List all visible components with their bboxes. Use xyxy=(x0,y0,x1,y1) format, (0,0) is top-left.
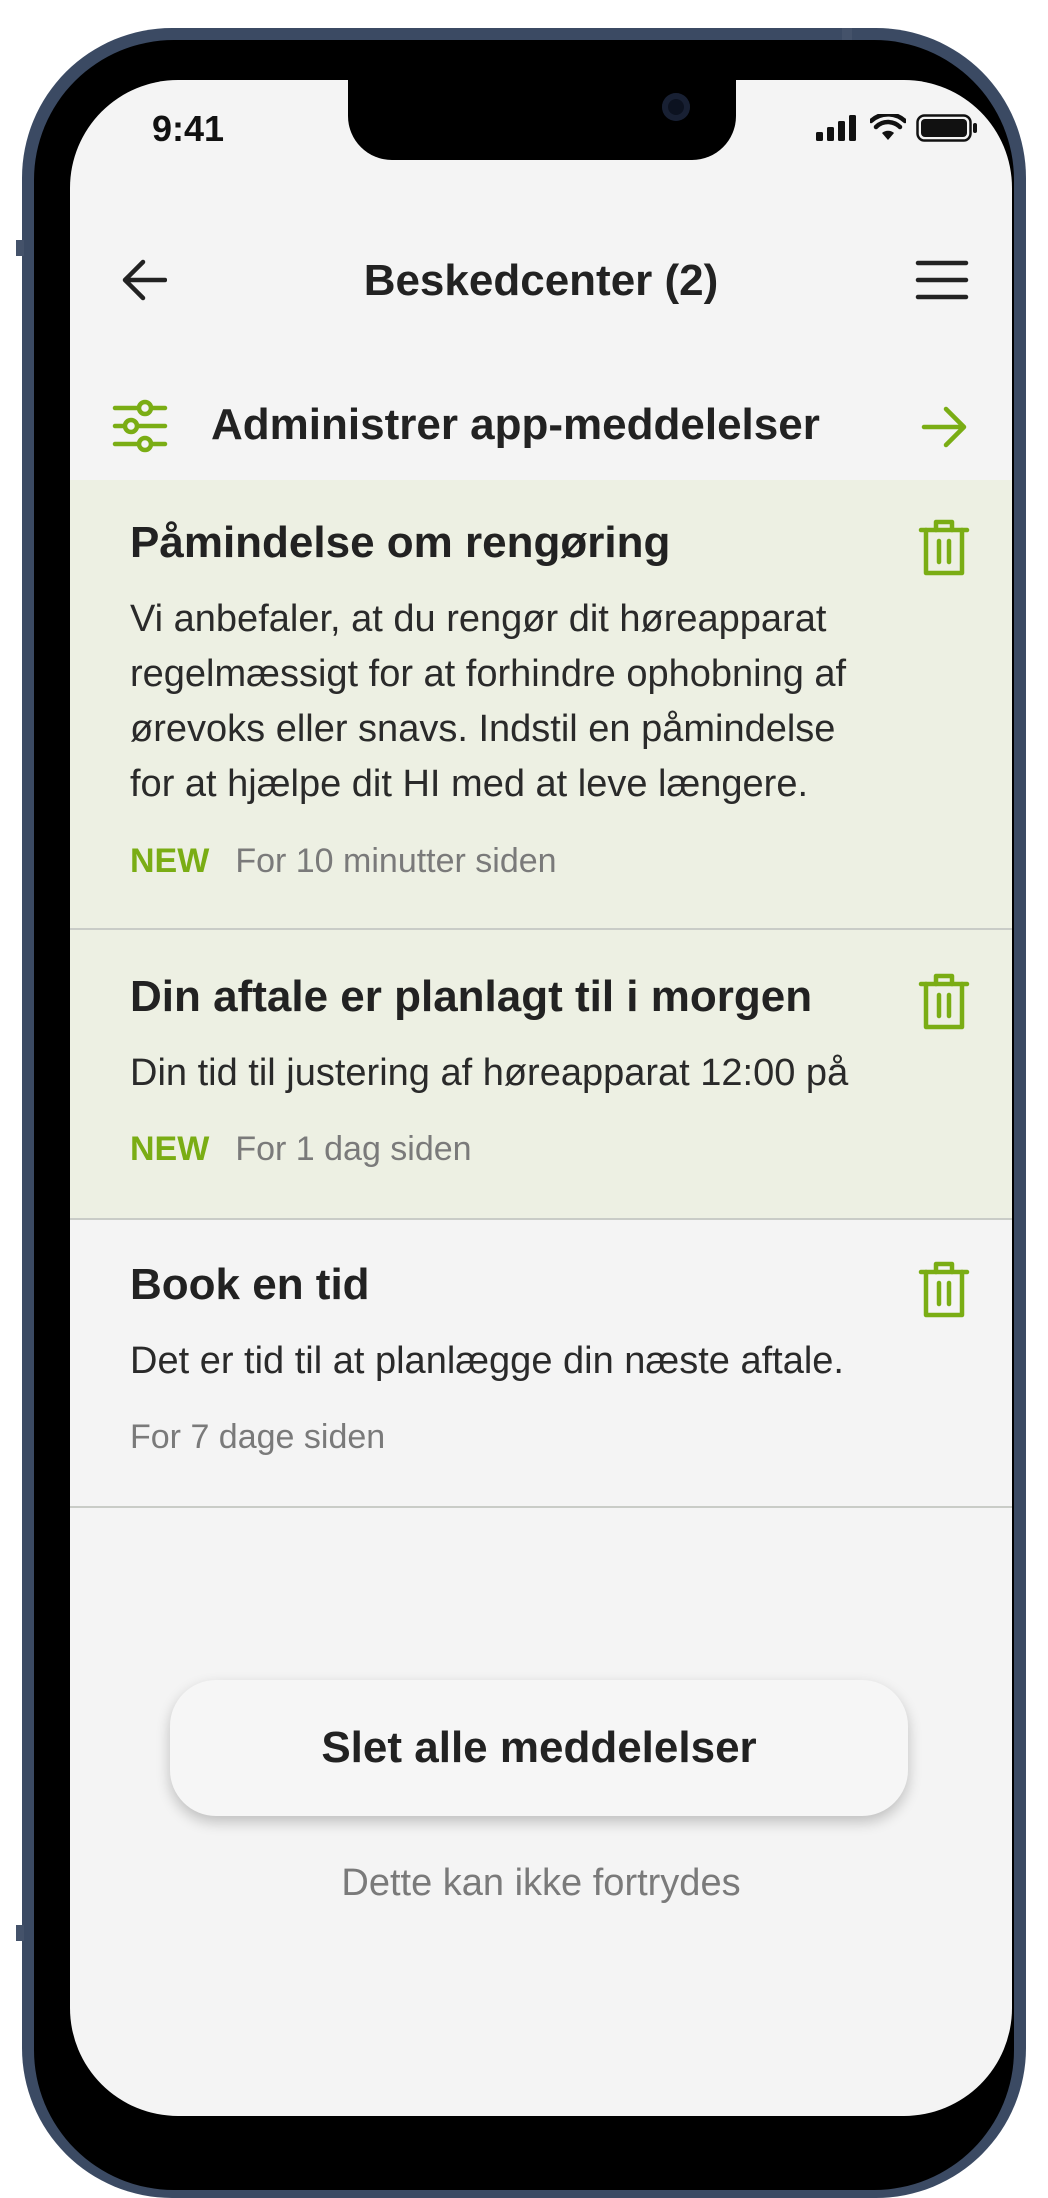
message-meta: For 7 dage siden xyxy=(130,1418,385,1457)
battery-icon xyxy=(916,114,977,142)
trash-icon[interactable] xyxy=(918,518,970,578)
app-screen: 9:41 Beskedcenter (2) Administrer app-me… xyxy=(70,80,1012,2116)
page-title: Beskedcenter (2) xyxy=(363,256,719,305)
signal-icon xyxy=(816,115,856,141)
message-body: Det er tid til at planlægge din næste af… xyxy=(130,1334,950,1389)
notch xyxy=(348,80,736,160)
message-card[interactable]: Påmindelse om rengøring Vi anbefaler, at… xyxy=(70,480,1012,930)
message-body-line: Det er tid til at planlægge din næste af… xyxy=(130,1340,844,1382)
message-body-line: for at hjælpe dit HI med at leve længere… xyxy=(130,763,809,805)
message-time: For 10 minutter siden xyxy=(235,842,557,880)
camera xyxy=(662,93,690,121)
message-title: Book en tid xyxy=(130,1260,370,1309)
message-card[interactable]: Din aftale er planlagt til i morgen Din … xyxy=(70,930,1012,1220)
status-icons xyxy=(816,114,978,142)
undo-warning: Dette kan ikke fortrydes xyxy=(341,1862,741,1904)
manage-notifications-label: Administrer app-meddelelser xyxy=(211,400,820,449)
status-time: 9:41 xyxy=(152,108,225,149)
message-title: Påmindelse om rengøring xyxy=(130,518,671,567)
message-body-line: regelmæssigt for at forhindre ophobning … xyxy=(130,653,847,695)
message-body: Vi anbefaler, at du rengør dit høreappar… xyxy=(130,592,950,812)
message-meta: NEW For 10 minutter siden xyxy=(130,842,557,881)
wifi-icon xyxy=(870,114,906,140)
message-body: Din tid til justering af høreapparat 12:… xyxy=(130,1046,950,1101)
message-time: For 1 dag siden xyxy=(235,1130,472,1168)
new-badge: NEW xyxy=(130,1130,210,1168)
trash-icon[interactable] xyxy=(918,972,970,1032)
manage-notifications-row[interactable]: Administrer app-meddelelser xyxy=(70,370,1012,480)
message-title: Din aftale er planlagt til i morgen xyxy=(130,972,813,1021)
message-body-line: ørevoks eller snavs. Indstil en påmindel… xyxy=(130,708,836,750)
hamburger-menu-icon xyxy=(915,260,969,300)
message-body-line: Vi anbefaler, at du rengør dit høreappar… xyxy=(130,598,827,640)
new-badge: NEW xyxy=(130,842,210,880)
side-button xyxy=(16,240,24,256)
message-body-line: Din tid til justering af høreapparat 12:… xyxy=(130,1052,849,1094)
delete-all-button[interactable]: Slet alle meddelelser xyxy=(170,1680,908,1816)
message-meta: NEW For 1 dag siden xyxy=(130,1130,472,1169)
message-card[interactable]: Book en tid Det er tid til at planlægge … xyxy=(70,1220,1012,1508)
arrow-right-icon xyxy=(921,406,967,448)
message-time: For 7 dage siden xyxy=(130,1418,386,1456)
header: Beskedcenter (2) xyxy=(70,230,1012,330)
side-button xyxy=(16,1925,24,1941)
trash-icon[interactable] xyxy=(918,1260,970,1320)
menu-button[interactable] xyxy=(912,252,972,308)
sliders-icon xyxy=(112,399,168,453)
